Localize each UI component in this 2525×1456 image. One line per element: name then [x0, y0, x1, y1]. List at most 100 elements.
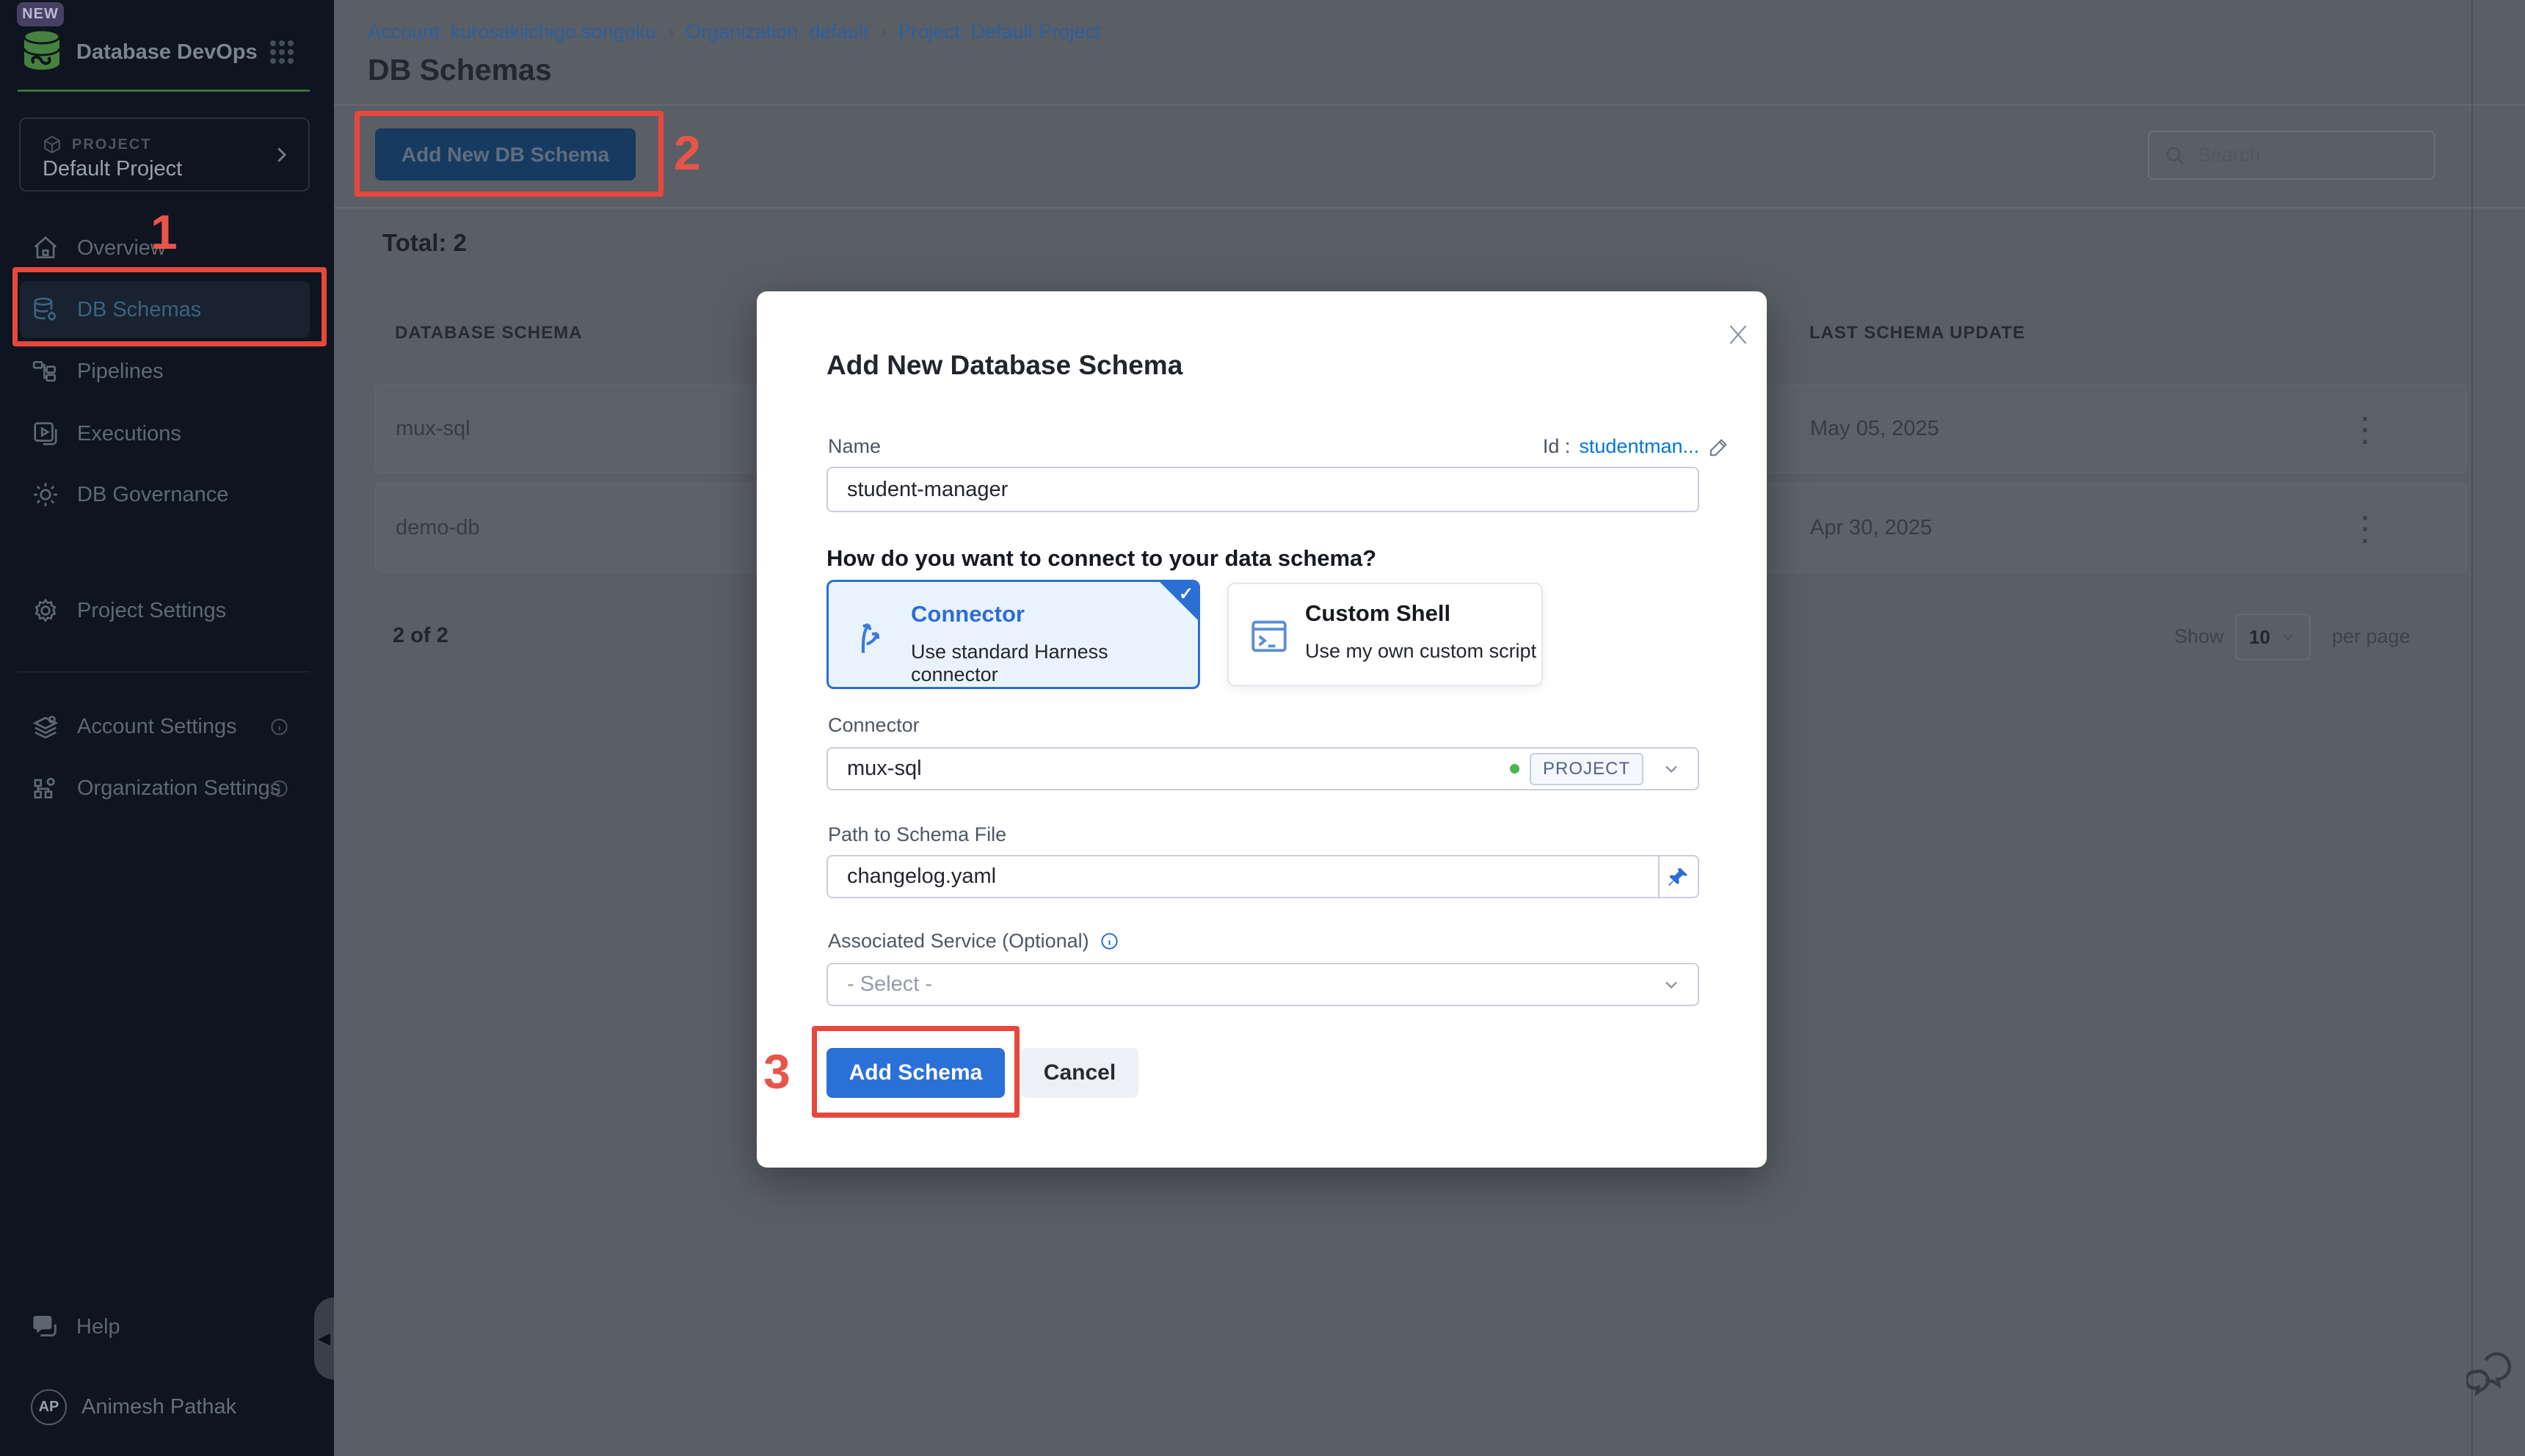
- help-button[interactable]: ? Help: [31, 1312, 120, 1342]
- name-label: Name: [828, 435, 881, 458]
- chevron-down-icon: [1661, 975, 1682, 995]
- terminal-icon: [1248, 615, 1290, 658]
- executions-icon: [32, 420, 59, 448]
- cube-icon: [43, 135, 62, 154]
- database-devops-logo-icon: [18, 26, 65, 72]
- column-header-database-schema: DATABASE SCHEMA: [395, 323, 582, 343]
- user-name: Animesh Pathak: [81, 1395, 236, 1419]
- sidebar-item-label: Overview: [77, 236, 166, 261]
- connector-value: mux-sql: [847, 757, 922, 781]
- breadcrumb-org-link[interactable]: Organization: default: [686, 21, 868, 43]
- add-schema-button[interactable]: Add Schema: [826, 1048, 1005, 1098]
- org-chart-icon: [32, 774, 59, 802]
- sidebar-item-pipelines[interactable]: Pipelines: [20, 343, 310, 400]
- sidebar-item-label: Organization Settings: [77, 776, 280, 801]
- sidebar-item-account-settings[interactable]: Account Settings: [20, 698, 310, 755]
- status-dot-icon: [1510, 764, 1519, 774]
- sidebar-item-executions[interactable]: Executions: [20, 405, 310, 462]
- app-title: Database DevOps: [76, 40, 258, 65]
- sidebar: NEW Database DevOps PROJECT: [0, 0, 334, 1456]
- scroll-edge-divider: [2471, 0, 2473, 1456]
- close-icon[interactable]: [1725, 321, 1751, 348]
- support-chat-icon[interactable]: [2466, 1350, 2513, 1397]
- total-count: Total: 2: [382, 229, 467, 257]
- scope-badge: PROJECT: [1530, 753, 1643, 785]
- breadcrumb-project-link[interactable]: Project: Default Project: [898, 21, 1100, 43]
- search-input[interactable]: [2198, 144, 2418, 167]
- sidebar-item-label: DB Governance: [77, 483, 228, 507]
- breadcrumb: Account: kurosakiichigo.songoku › Organi…: [368, 21, 1101, 43]
- pagination-info: 2 of 2: [393, 624, 448, 648]
- sidebar-item-organization-settings[interactable]: Organization Settings: [20, 760, 310, 817]
- sidebar-item-db-governance[interactable]: DB Governance: [20, 466, 310, 523]
- schema-name-input[interactable]: [826, 467, 1699, 512]
- card-body: Connector Use standard Harness connector: [911, 601, 1198, 686]
- pin-fixed-value-button[interactable]: [1658, 856, 1698, 897]
- column-header-last-schema-update: LAST SCHEMA UPDATE: [1809, 323, 2025, 343]
- help-label: Help: [76, 1315, 120, 1339]
- card-title: Connector: [911, 601, 1198, 627]
- account-layers-icon: [32, 713, 59, 740]
- card-title: Custom Shell: [1305, 600, 1536, 627]
- card-desc: Use my own custom script: [1305, 640, 1536, 663]
- service-label-row: Associated Service (Optional): [828, 930, 1119, 953]
- info-icon[interactable]: [269, 779, 289, 798]
- chevron-down-icon: [2279, 628, 2297, 646]
- option-card-custom-shell[interactable]: Custom Shell Use my own custom script: [1227, 583, 1543, 686]
- avatar: AP: [31, 1389, 67, 1425]
- breadcrumb-account-link[interactable]: Account: kurosakiichigo.songoku: [368, 21, 656, 43]
- search-icon: [2164, 145, 2186, 167]
- project-name: Default Project: [43, 157, 182, 181]
- sidebar-item-db-schemas[interactable]: DB Schemas: [20, 281, 310, 338]
- app-switcher-grid-icon[interactable]: [267, 37, 297, 67]
- search-box: [2148, 131, 2435, 180]
- add-new-db-schema-button[interactable]: Add New DB Schema: [375, 128, 636, 181]
- cancel-button[interactable]: Cancel: [1021, 1048, 1138, 1098]
- option-card-connector[interactable]: ✓ Connector Use standard Harness connect…: [826, 580, 1200, 689]
- project-label-row: PROJECT: [43, 135, 151, 154]
- schema-updated-cell: May 05, 2025: [1810, 417, 1939, 441]
- per-page-label: per page: [2332, 625, 2410, 648]
- sidebar-item-label: Project Settings: [77, 599, 226, 623]
- db-schema-icon: [32, 296, 59, 324]
- project-selector[interactable]: PROJECT Default Project: [19, 117, 310, 192]
- schema-updated-cell: Apr 30, 2025: [1810, 516, 1932, 540]
- edit-pencil-icon[interactable]: [1708, 436, 1730, 458]
- associated-service-label: Associated Service (Optional): [828, 930, 1089, 953]
- branch-arrows-icon: [851, 616, 893, 658]
- home-icon: [32, 234, 59, 262]
- settings-gear-icon: [32, 597, 59, 625]
- user-profile[interactable]: AP Animesh Pathak: [31, 1389, 236, 1425]
- toolbar-divider: [334, 207, 2525, 208]
- identifier-row: Id : studentman...: [1543, 435, 1730, 458]
- info-icon[interactable]: [269, 717, 289, 737]
- project-scope-label: PROJECT: [72, 136, 151, 153]
- pipeline-icon: [32, 357, 59, 385]
- page-title: DB Schemas: [368, 53, 552, 87]
- connector-label: Connector: [828, 714, 920, 737]
- chevron-down-icon: [1661, 759, 1682, 779]
- row-menu-kebab-icon[interactable]: ⋮: [2343, 405, 2387, 454]
- sidebar-item-project-settings[interactable]: Project Settings: [20, 582, 310, 639]
- sidebar-item-label: DB Schemas: [77, 298, 201, 322]
- sidebar-collapse-handle[interactable]: ◀: [314, 1297, 334, 1380]
- sidebar-item-label: Account Settings: [77, 715, 237, 739]
- path-value: changelog.yaml: [847, 864, 996, 889]
- connector-select[interactable]: mux-sql PROJECT: [826, 747, 1699, 790]
- associated-service-select[interactable]: - Select -: [826, 963, 1699, 1006]
- sidebar-section-divider: [18, 671, 310, 672]
- breadcrumb-separator: ›: [668, 22, 674, 43]
- sidebar-item-label: Executions: [77, 422, 181, 446]
- chevron-right-icon: [270, 144, 292, 166]
- sidebar-item-label: Pipelines: [77, 360, 164, 384]
- page-size-select[interactable]: 10: [2235, 614, 2311, 660]
- id-label: Id :: [1543, 435, 1571, 458]
- id-value-link[interactable]: studentman...: [1579, 435, 1699, 458]
- card-body: Custom Shell Use my own custom script: [1305, 600, 1536, 663]
- service-placeholder: - Select -: [847, 972, 932, 997]
- row-menu-kebab-icon[interactable]: ⋮: [2343, 504, 2387, 553]
- help-chat-icon: ?: [31, 1312, 60, 1342]
- info-icon[interactable]: [1100, 931, 1119, 951]
- sidebar-item-overview[interactable]: Overview: [20, 219, 310, 277]
- path-to-schema-field[interactable]: changelog.yaml: [826, 855, 1699, 898]
